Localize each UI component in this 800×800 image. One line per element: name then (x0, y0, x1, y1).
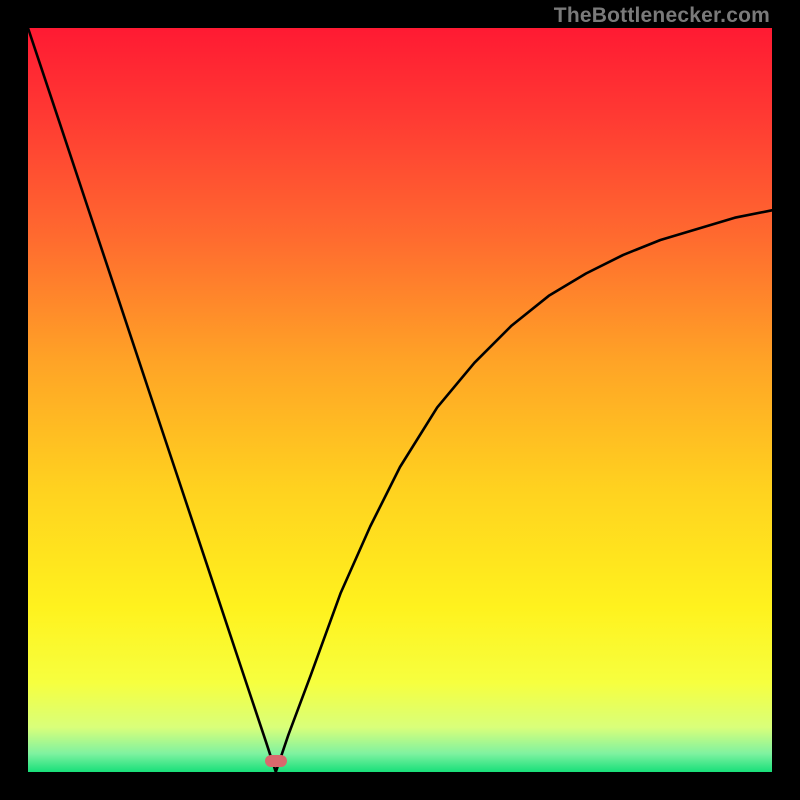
chart-frame: TheBottlenecker.com (0, 0, 800, 800)
optimal-marker (265, 755, 287, 767)
bottleneck-curve (28, 28, 772, 772)
watermark-text: TheBottlenecker.com (554, 4, 770, 28)
curve-path (28, 28, 772, 772)
